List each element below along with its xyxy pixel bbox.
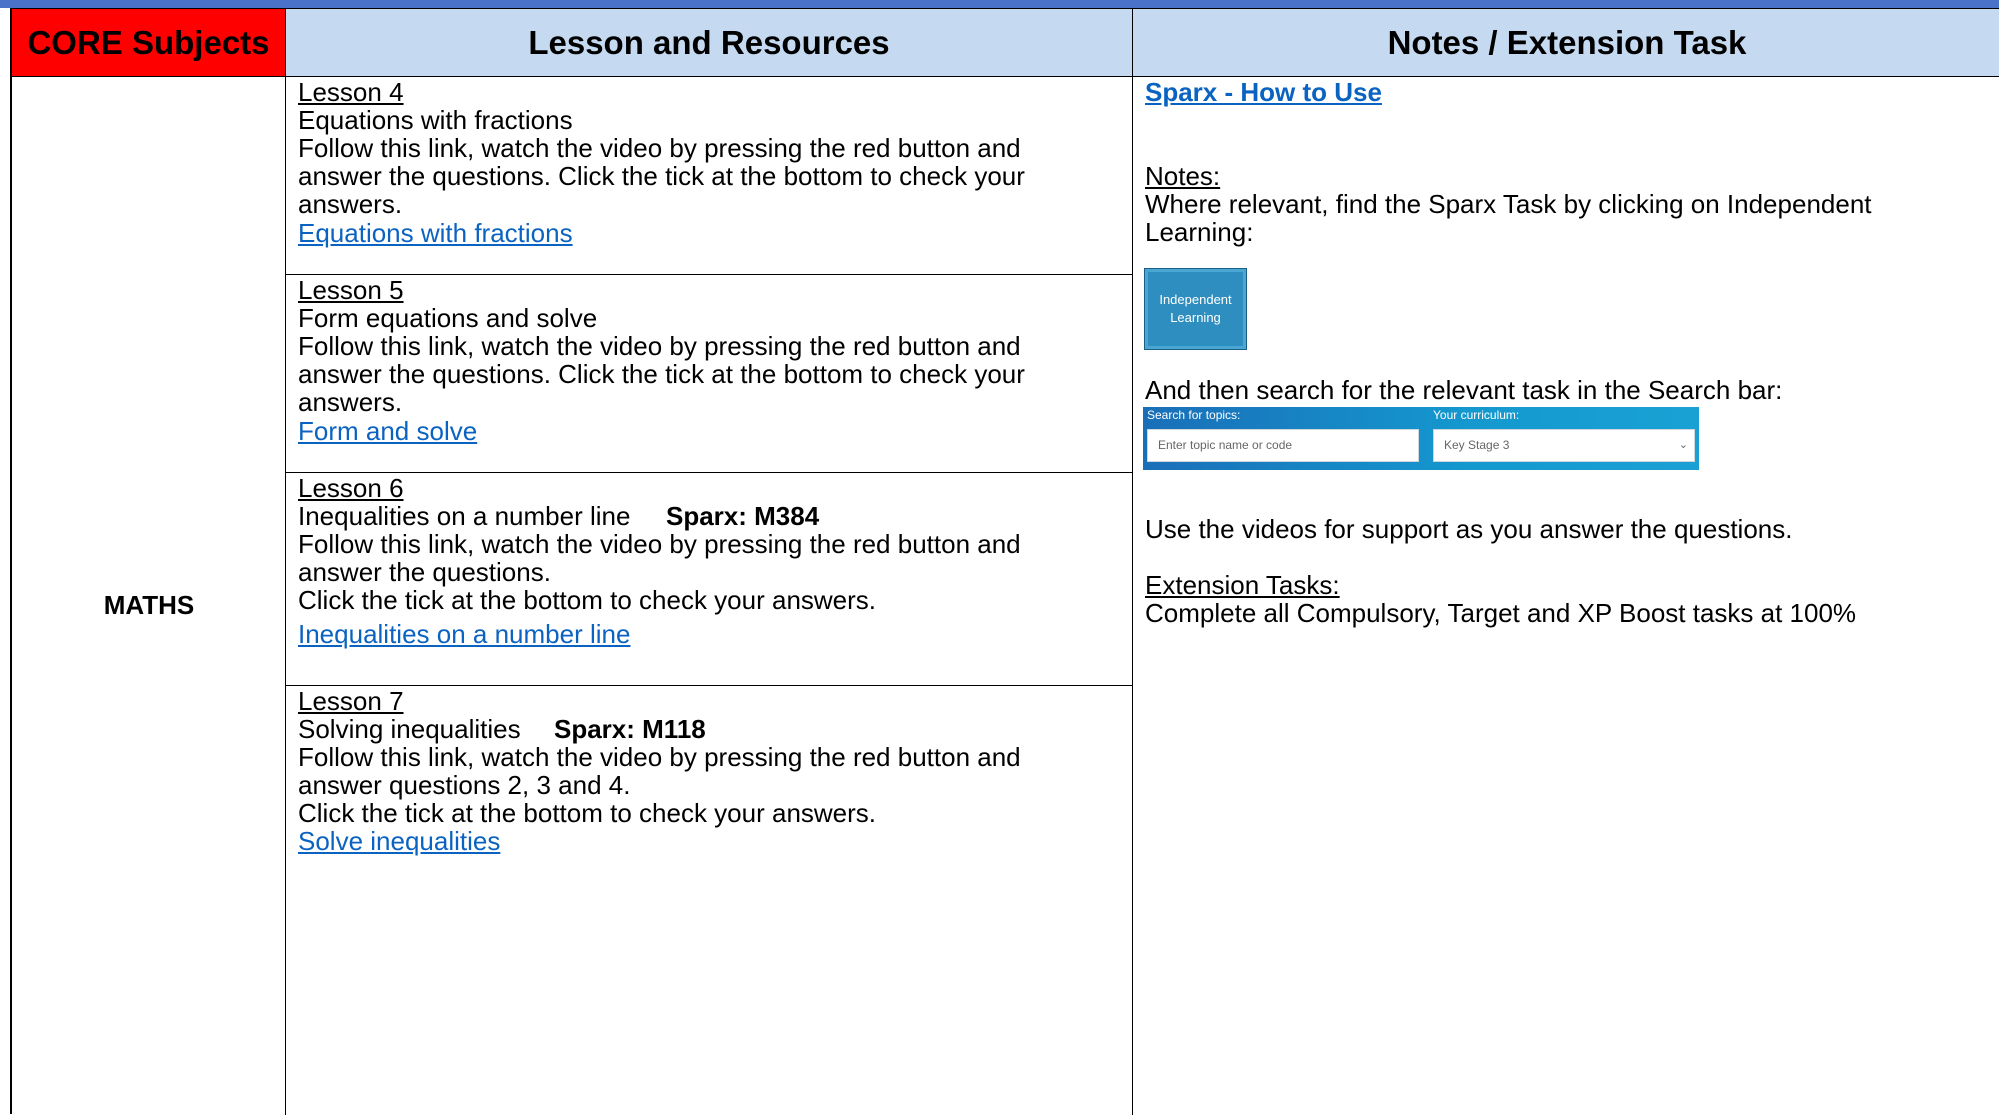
notes-text: Use the videos for support as you answer… [1145, 514, 1793, 544]
notes-column: Sparx - How to Use Notes: Where relevant… [1133, 77, 1999, 1115]
chevron-down-icon: ⌄ [1678, 439, 1688, 451]
header-core-subjects: CORE Subjects [12, 9, 286, 77]
lesson-link[interactable]: Equations with fractions [298, 216, 573, 251]
lesson-link[interactable]: Inequalities on a number line [298, 617, 630, 652]
lesson-cell: Lesson 4 Equations with fractions Follow… [286, 77, 1132, 275]
topics-label: Search for topics: [1147, 408, 1241, 422]
topic-search-placeholder: Enter topic name or code [1158, 438, 1293, 452]
extension-text: Complete all Compulsory, Target and XP B… [1145, 598, 1857, 628]
top-bar [0, 0, 1999, 8]
curriculum-label: Your curriculum: [1433, 408, 1520, 422]
lesson-cell: Lesson 6 Inequalities on a number line S… [286, 473, 1132, 686]
header-notes: Notes / Extension Task [1133, 9, 1999, 77]
independent-learning-line: Learning [1170, 310, 1221, 325]
subject-column: MATHS [12, 77, 286, 1115]
lesson-table: CORE Subjects Lesson and Resources Notes… [10, 8, 1999, 1115]
lesson-link[interactable]: Form and solve [298, 414, 477, 449]
independent-learning-line: Independent [1159, 292, 1232, 307]
curriculum-select[interactable]: Key Stage 3 ⌄ [1433, 429, 1695, 462]
lesson-link[interactable]: Solve inequalities [298, 824, 500, 859]
notes-text: Learning: [1145, 217, 1254, 247]
lessons-column: Lesson 4 Equations with fractions Follow… [286, 77, 1133, 1115]
lesson-cell: Lesson 7 Solving inequalities Sparx: M11… [286, 686, 1132, 1115]
lesson-instruction: Click the tick at the bottom to check yo… [298, 585, 877, 615]
lesson-instruction: answer the questions. Click the tick at … [298, 359, 1025, 389]
header-lessons: Lesson and Resources [286, 9, 1133, 77]
topic-search-input[interactable]: Enter topic name or code [1147, 429, 1419, 462]
search-instruction: And then search for the relevant task in… [1145, 375, 1783, 405]
curriculum-value: Key Stage 3 [1444, 438, 1510, 452]
lesson-instruction: answer the questions. Click the tick at … [298, 161, 1025, 191]
subject-label: MATHS [103, 590, 195, 620]
lesson-cell: Lesson 5 Form equations and solve Follow… [286, 275, 1132, 473]
sparx-search-bar: Search for topics: Enter topic name or c… [1143, 407, 1699, 470]
notes-text: Where relevant, find the Sparx Task by c… [1145, 189, 1872, 219]
independent-learning-button[interactable]: Independent Learning [1145, 269, 1246, 349]
sparx-how-to-link[interactable]: Sparx - How to Use [1145, 75, 1382, 110]
